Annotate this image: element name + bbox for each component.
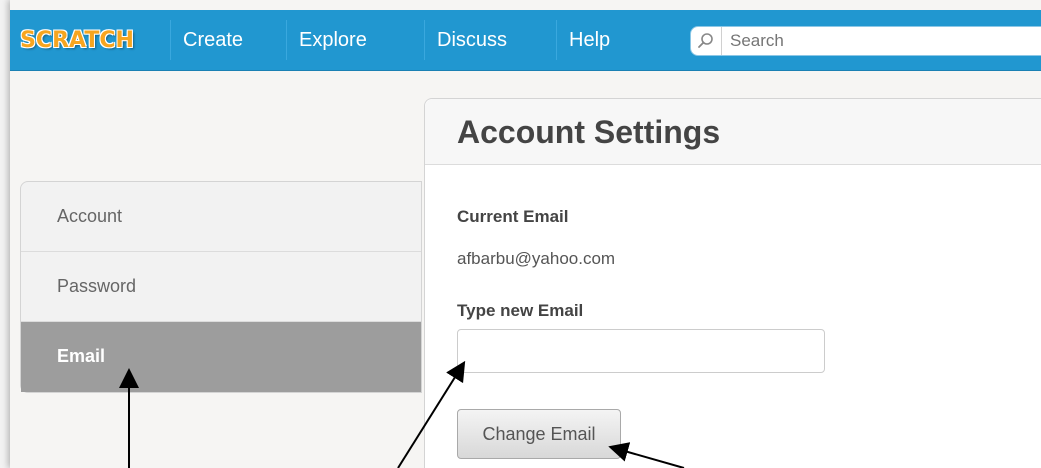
sidebar-item-password[interactable]: Password: [21, 252, 421, 322]
settings-panel: Account Settings Current Email afbarbu@y…: [424, 98, 1041, 468]
browser-page: SCRATCH Create Explore Discuss Help Acco…: [10, 0, 1041, 468]
logo-text: SCRATCH: [20, 27, 134, 53]
sidebar-item-account[interactable]: Account: [21, 182, 421, 252]
new-email-field[interactable]: [457, 329, 825, 373]
current-email-label: Current Email: [457, 207, 569, 226]
settings-sidebar: Account Password Email: [20, 181, 422, 393]
sidebar-item-email[interactable]: Email: [21, 322, 421, 392]
search-input[interactable]: [722, 30, 1032, 52]
page-title: Account Settings: [457, 114, 721, 150]
search-box[interactable]: [690, 26, 1041, 56]
current-email-value: afbarbu@yahoo.com: [457, 249, 616, 268]
scratch-logo[interactable]: SCRATCH: [12, 24, 142, 56]
nav-discuss[interactable]: Discuss: [424, 20, 519, 60]
nav-help[interactable]: Help: [556, 20, 622, 60]
top-navigation-bar: SCRATCH Create Explore Discuss Help: [10, 10, 1041, 71]
new-email-label: Type new Email: [457, 301, 584, 320]
change-email-button[interactable]: Change Email: [457, 409, 621, 459]
settings-header: Account Settings: [425, 99, 1041, 165]
search-icon[interactable]: [691, 27, 722, 55]
nav-explore[interactable]: Explore: [286, 20, 379, 60]
nav-create[interactable]: Create: [170, 20, 255, 60]
